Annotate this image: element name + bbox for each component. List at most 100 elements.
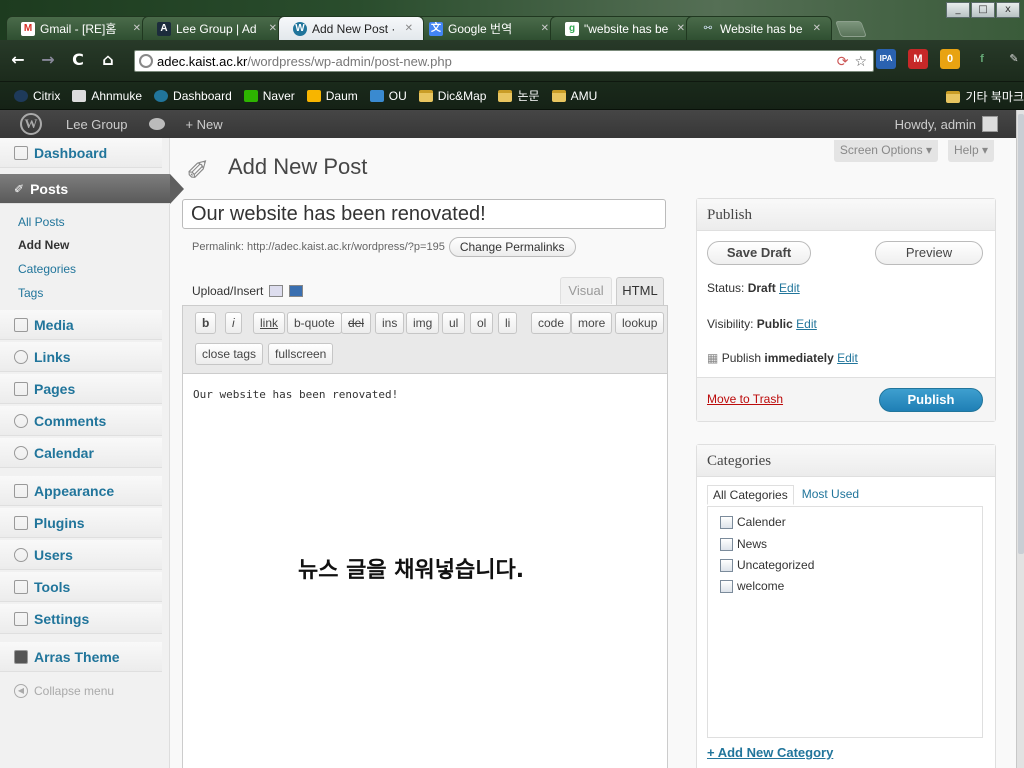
comments-bubble-icon[interactable] <box>149 118 166 130</box>
bookmark-papers[interactable]: 논문 <box>498 87 540 104</box>
translate-page-icon[interactable]: ⟳ <box>837 53 849 70</box>
qt-ol-button[interactable]: ol <box>470 312 494 334</box>
category-checkbox[interactable] <box>720 579 733 593</box>
facebook-extension-icon[interactable]: f <box>972 49 992 69</box>
new-tab-button[interactable] <box>835 21 867 37</box>
close-icon[interactable]: ✕ <box>677 23 685 34</box>
tab-html[interactable]: HTML <box>616 277 664 305</box>
page-info-icon[interactable] <box>139 54 153 68</box>
publish-button[interactable]: Publish <box>879 388 983 412</box>
qt-bold-button[interactable]: b <box>195 312 217 334</box>
minimize-button[interactable]: _ <box>946 2 970 18</box>
menu-arras-theme[interactable]: Arras Theme <box>0 642 162 672</box>
add-image-icon[interactable] <box>289 285 304 297</box>
forward-icon[interactable]: → <box>40 51 56 69</box>
preview-button[interactable]: Preview <box>875 241 983 265</box>
submenu-add-new[interactable]: Add New <box>18 238 69 252</box>
menu-dashboard[interactable]: Dashboard <box>0 138 162 168</box>
screen-options-button[interactable]: Screen Options ▾ <box>833 140 938 162</box>
tab-visual[interactable]: Visual <box>560 277 612 304</box>
help-button[interactable]: Help ▾ <box>947 140 994 162</box>
close-icon[interactable]: ✕ <box>269 23 277 34</box>
add-media-icon[interactable] <box>269 285 284 297</box>
bookmark-amu[interactable]: AMU <box>551 89 597 103</box>
menu-calendar[interactable]: Calendar <box>0 438 162 468</box>
add-new-category-link[interactable]: + Add New Category <box>707 745 833 760</box>
qt-lookup-button[interactable]: lookup <box>615 312 665 334</box>
menu-plugins[interactable]: Plugins <box>0 508 162 538</box>
menu-pages[interactable]: Pages <box>0 374 162 404</box>
ipa-extension-icon[interactable]: IPA <box>876 49 896 69</box>
category-item[interactable]: Calender <box>720 515 786 529</box>
tab-lee-group[interactable]: A Lee Group | Ad ✕ <box>142 16 288 40</box>
wrench-menu-icon[interactable]: ✎ <box>1004 49 1024 69</box>
tab-website-has-been[interactable]: ⚯ Website has be ✕ <box>686 16 832 40</box>
category-item[interactable]: News <box>720 537 767 551</box>
edit-status-link[interactable]: Edit <box>779 281 800 295</box>
notes-extension-icon[interactable]: 0 <box>940 49 960 69</box>
menu-links[interactable]: Links <box>0 342 162 372</box>
site-name-link[interactable]: Lee Group <box>66 117 127 132</box>
qt-ins-button[interactable]: ins <box>375 312 405 334</box>
bookmark-citrix[interactable]: Citrix <box>14 89 60 103</box>
close-icon[interactable]: ✕ <box>541 23 549 34</box>
edit-visibility-link[interactable]: Edit <box>796 317 817 331</box>
tab-all-categories[interactable]: All Categories <box>707 485 794 505</box>
gmail-checker-icon[interactable]: M <box>908 49 928 69</box>
tab-google-translate[interactable]: 文 Google 번역 ✕ <box>414 16 560 40</box>
star-bookmark-icon[interactable]: ☆ <box>854 53 867 70</box>
submenu-categories[interactable]: Categories <box>18 262 76 276</box>
qt-more-button[interactable]: more <box>571 312 613 334</box>
submenu-tags[interactable]: Tags <box>18 286 43 300</box>
page-scrollbar[interactable] <box>1016 110 1024 768</box>
category-item[interactable]: Uncategorized <box>720 558 814 572</box>
qt-close-tags-button[interactable]: close tags <box>195 343 264 365</box>
qt-del-button[interactable]: del <box>341 312 372 334</box>
category-checkbox[interactable] <box>720 515 733 529</box>
reload-icon[interactable]: C <box>70 51 86 69</box>
qt-ul-button[interactable]: ul <box>442 312 466 334</box>
menu-settings[interactable]: Settings <box>0 604 162 634</box>
back-icon[interactable]: ← <box>10 51 26 69</box>
menu-tools[interactable]: Tools <box>0 572 162 602</box>
tab-gmail[interactable]: M Gmail - [RE]홈 ✕ <box>6 16 152 40</box>
save-draft-button[interactable]: Save Draft <box>707 241 811 265</box>
bookmark-ahnmuke[interactable]: Ahnmuke <box>72 89 142 103</box>
tab-add-new-post[interactable]: W Add New Post · ✕ <box>278 16 424 40</box>
category-checkbox[interactable] <box>720 537 733 551</box>
category-checkbox[interactable] <box>720 558 733 572</box>
close-icon[interactable]: ✕ <box>133 23 141 34</box>
qt-italic-button[interactable]: i <box>225 312 242 334</box>
qt-li-button[interactable]: li <box>498 312 518 334</box>
collapse-menu-button[interactable]: ◀ Collapse menu <box>14 684 114 698</box>
home-icon[interactable]: ⌂ <box>100 51 116 69</box>
qt-bquote-button[interactable]: b-quote <box>287 312 342 334</box>
menu-posts[interactable]: ✐ Posts <box>0 174 184 204</box>
close-window-button[interactable]: x <box>996 2 1020 18</box>
bookmark-ou[interactable]: OU <box>369 89 407 103</box>
category-item[interactable]: welcome <box>720 579 784 593</box>
wordpress-logo-icon[interactable]: W <box>20 113 42 135</box>
menu-comments[interactable]: Comments <box>0 406 162 436</box>
bookmark-dashboard[interactable]: Dashboard <box>154 89 232 103</box>
post-title-input[interactable] <box>182 199 666 229</box>
new-content-link[interactable]: + New <box>185 117 222 132</box>
maximize-button[interactable]: □ <box>971 2 995 18</box>
menu-media[interactable]: Media <box>0 310 162 340</box>
qt-img-button[interactable]: img <box>406 312 440 334</box>
bookmark-dicmap[interactable]: Dic&Map <box>418 89 486 103</box>
change-permalinks-button[interactable]: Change Permalinks <box>448 237 576 257</box>
bookmark-daum[interactable]: Daum <box>306 89 358 103</box>
bookmark-naver[interactable]: Naver <box>243 89 295 103</box>
move-to-trash-link[interactable]: Move to Trash <box>707 392 783 406</box>
tab-most-used[interactable]: Most Used <box>794 485 867 505</box>
submenu-all-posts[interactable]: All Posts <box>18 215 65 229</box>
qt-fullscreen-button[interactable]: fullscreen <box>268 343 334 365</box>
other-bookmarks[interactable]: 기타 북마크 <box>946 88 1024 105</box>
close-icon[interactable]: ✕ <box>405 23 413 34</box>
qt-link-button[interactable]: link <box>253 312 286 334</box>
close-icon[interactable]: ✕ <box>813 23 821 34</box>
edit-timestamp-link[interactable]: Edit <box>837 351 858 365</box>
menu-users[interactable]: Users <box>0 540 162 570</box>
qt-code-button[interactable]: code <box>531 312 572 334</box>
